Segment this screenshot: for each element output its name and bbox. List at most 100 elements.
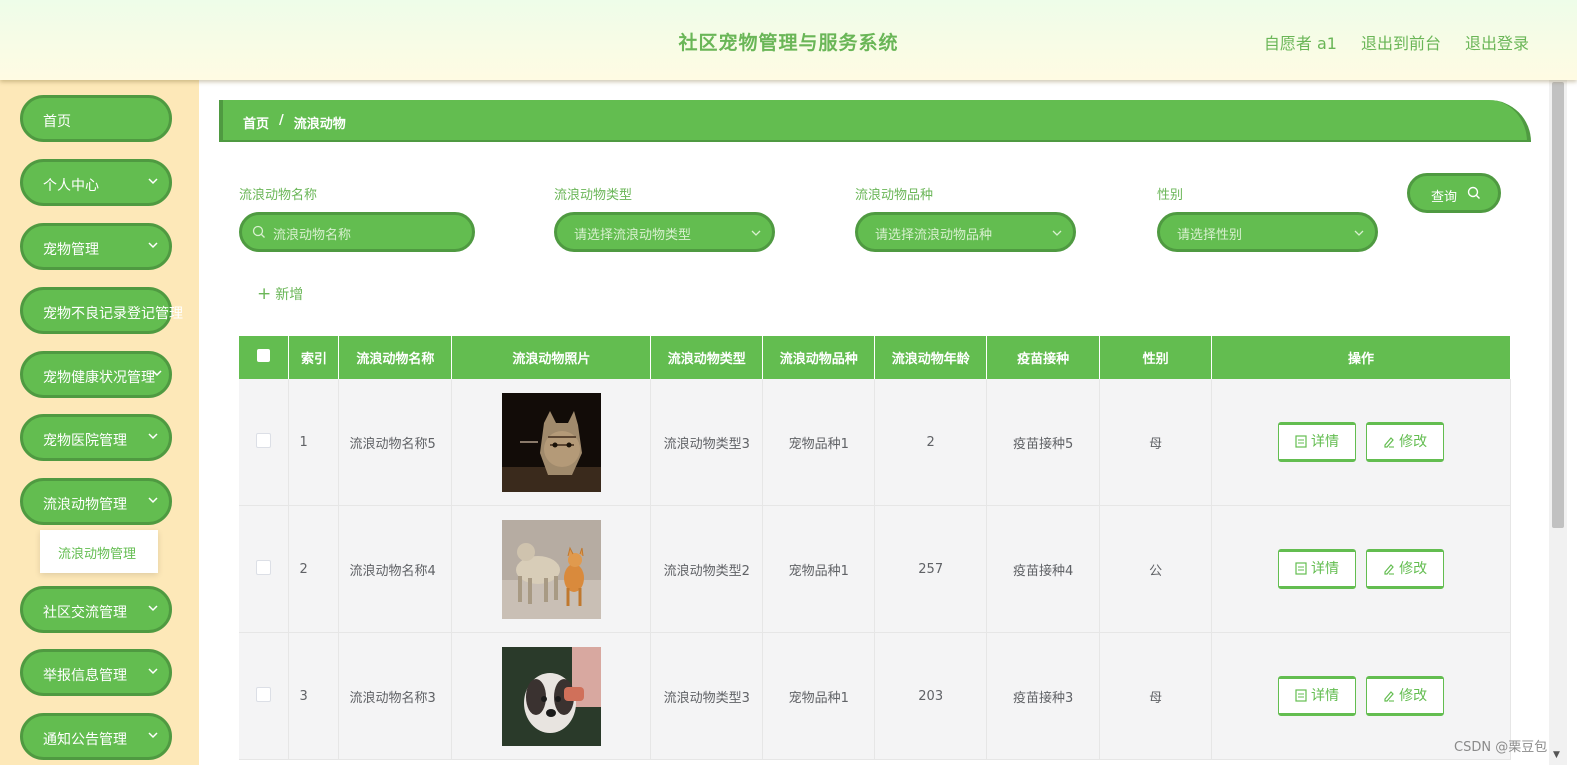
type-select[interactable]: 请选择流浪动物类型 [554, 212, 775, 252]
watermark: CSDN @栗豆包 [1454, 740, 1548, 755]
detail-button[interactable]: 详情 [1277, 676, 1356, 716]
gender-label: 性别 [1157, 188, 1184, 203]
cell-actions: 详情 修改 [1211, 505, 1511, 633]
cell-type: 流浪动物类型3 [650, 379, 764, 506]
sidebar-item-label: 社区交流管理 [43, 605, 127, 621]
query-button[interactable]: 查询 [1407, 173, 1501, 213]
chevron-down-icon [148, 668, 158, 675]
sidebar-item-report[interactable]: 举报信息管理 [20, 649, 172, 696]
cell-gender: 母 [1099, 379, 1213, 506]
sidebar-item-home[interactable]: 首页 [20, 95, 172, 142]
sidebar: 首页 个人中心 宠物管理 宠物不良记录登记管理 宠物健康状况管理 宠物医院管理 … [0, 80, 199, 765]
cell-name: 流浪动物名称3 [338, 632, 453, 760]
detail-button[interactable]: 详情 [1277, 422, 1356, 462]
col-type: 流浪动物类型 [650, 336, 764, 379]
sidebar-item-label: 宠物不良记录登记管理 [43, 306, 183, 322]
cell-vaccine: 疫苗接种5 [986, 379, 1101, 506]
sidebar-item-label: 宠物管理 [43, 242, 99, 258]
chevron-down-icon [148, 605, 158, 612]
table-row: 1 流浪动物名称5 流浪动物类型3 宠物品种1 2 疫苗接种5 母 详情 修改 [239, 379, 1511, 506]
chevron-down-icon [1354, 230, 1364, 236]
row-checkbox[interactable] [239, 632, 290, 760]
search-icon [252, 225, 265, 238]
type-label: 流浪动物类型 [554, 188, 633, 203]
cell-photo [451, 379, 652, 506]
scroll-down-arrow-icon[interactable]: ▼ [1553, 750, 1560, 760]
search-icon [1467, 186, 1480, 199]
add-button[interactable]: + 新增 [257, 284, 303, 304]
breadcrumb-home[interactable]: 首页 [243, 113, 269, 132]
breed-select[interactable]: 请选择流浪动物品种 [855, 212, 1076, 252]
dog-photo [501, 646, 601, 746]
sidebar-item-label: 首页 [43, 114, 71, 130]
detail-button[interactable]: 详情 [1277, 549, 1356, 589]
col-age: 流浪动物年龄 [874, 336, 988, 379]
cell-index: 2 [288, 505, 340, 633]
sidebar-item-personal-center[interactable]: 个人中心 [20, 159, 172, 206]
cell-age: 203 [874, 632, 988, 760]
gender-select[interactable]: 请选择性别 [1157, 212, 1378, 252]
breed-placeholder: 请选择流浪动物品种 [875, 228, 993, 243]
type-placeholder: 请选择流浪动物类型 [574, 228, 692, 243]
logout-link[interactable]: 退出登录 [1465, 30, 1529, 54]
cell-photo [451, 505, 652, 633]
gender-placeholder: 请选择性别 [1177, 228, 1243, 243]
col-photo: 流浪动物照片 [451, 336, 652, 379]
row-checkbox[interactable] [239, 379, 290, 506]
sidebar-item-pet-management[interactable]: 宠物管理 [20, 223, 172, 270]
cell-photo [451, 632, 652, 760]
cell-vaccine: 疫苗接种4 [986, 505, 1101, 633]
exit-to-front-link[interactable]: 退出到前台 [1361, 30, 1441, 54]
submenu-item-label: 流浪动物管理 [58, 547, 137, 562]
cell-index: 3 [288, 632, 340, 760]
sidebar-item-bad-record[interactable]: 宠物不良记录登记管理 [20, 287, 183, 334]
cell-name: 流浪动物名称4 [338, 505, 453, 633]
stray-animal-table: 索引 流浪动物名称 流浪动物照片 流浪动物类型 流浪动物品种 流浪动物年龄 疫苗… [239, 336, 1511, 760]
edit-icon [1384, 564, 1395, 575]
select-all-checkbox[interactable] [239, 336, 290, 379]
cell-breed: 宠物品种1 [762, 379, 876, 506]
chevron-down-icon [751, 230, 761, 236]
col-gender: 性别 [1099, 336, 1213, 379]
chevron-down-icon [1052, 230, 1062, 236]
cell-name: 流浪动物名称5 [338, 379, 453, 506]
edit-button[interactable]: 修改 [1366, 549, 1445, 589]
col-vaccine: 疫苗接种 [986, 336, 1101, 379]
cell-breed: 宠物品种1 [762, 632, 876, 760]
sidebar-item-notice[interactable]: 通知公告管理 [20, 713, 172, 760]
sidebar-item-stray-animals[interactable]: 流浪动物管理 [20, 478, 172, 525]
edit-button[interactable]: 修改 [1366, 422, 1445, 462]
sidebar-item-label: 宠物医院管理 [43, 433, 127, 449]
scrollbar-thumb[interactable] [1552, 82, 1564, 528]
sidebar-item-pet-hospital[interactable]: 宠物医院管理 [20, 414, 172, 461]
chevron-down-icon [148, 433, 158, 440]
cell-breed: 宠物品种1 [762, 505, 876, 633]
add-label: 新增 [275, 287, 304, 303]
table-row: 2 流浪动物名称4 流浪动物类型2 宠物品种1 257 疫苗接种4 公 详情 修… [239, 505, 1511, 633]
name-search-input[interactable]: 流浪动物名称 [239, 212, 475, 252]
edit-button[interactable]: 修改 [1366, 676, 1445, 716]
user-name[interactable]: 自愿者 a1 [1264, 30, 1337, 54]
sidebar-item-health-status[interactable]: 宠物健康状况管理 [20, 351, 172, 398]
col-name: 流浪动物名称 [338, 336, 453, 379]
chevron-down-icon [148, 497, 158, 504]
cell-index: 1 [288, 379, 340, 506]
sidebar-item-community[interactable]: 社区交流管理 [20, 586, 172, 633]
breadcrumb-separator: / [279, 113, 284, 128]
cell-type: 流浪动物类型3 [650, 632, 764, 760]
sidebar-item-label: 个人中心 [43, 178, 99, 194]
breed-label: 流浪动物品种 [855, 188, 934, 203]
chevron-down-icon [148, 178, 158, 185]
table-row: 3 流浪动物名称3 流浪动物类型3 宠物品种1 203 疫苗接种3 母 详情 修… [239, 632, 1511, 760]
submenu-item-stray-animal-management[interactable]: 流浪动物管理 [40, 530, 158, 573]
breadcrumb: 首页 / 流浪动物 [219, 100, 1531, 142]
document-icon [1295, 435, 1307, 448]
chevron-down-icon [148, 242, 158, 249]
col-index: 索引 [288, 336, 340, 379]
row-checkbox[interactable] [239, 505, 290, 633]
chevron-down-icon [152, 370, 162, 377]
cat-photo [501, 392, 601, 492]
cell-type: 流浪动物类型2 [650, 505, 764, 633]
col-breed: 流浪动物品种 [762, 336, 876, 379]
breadcrumb-current: 流浪动物 [293, 117, 346, 132]
